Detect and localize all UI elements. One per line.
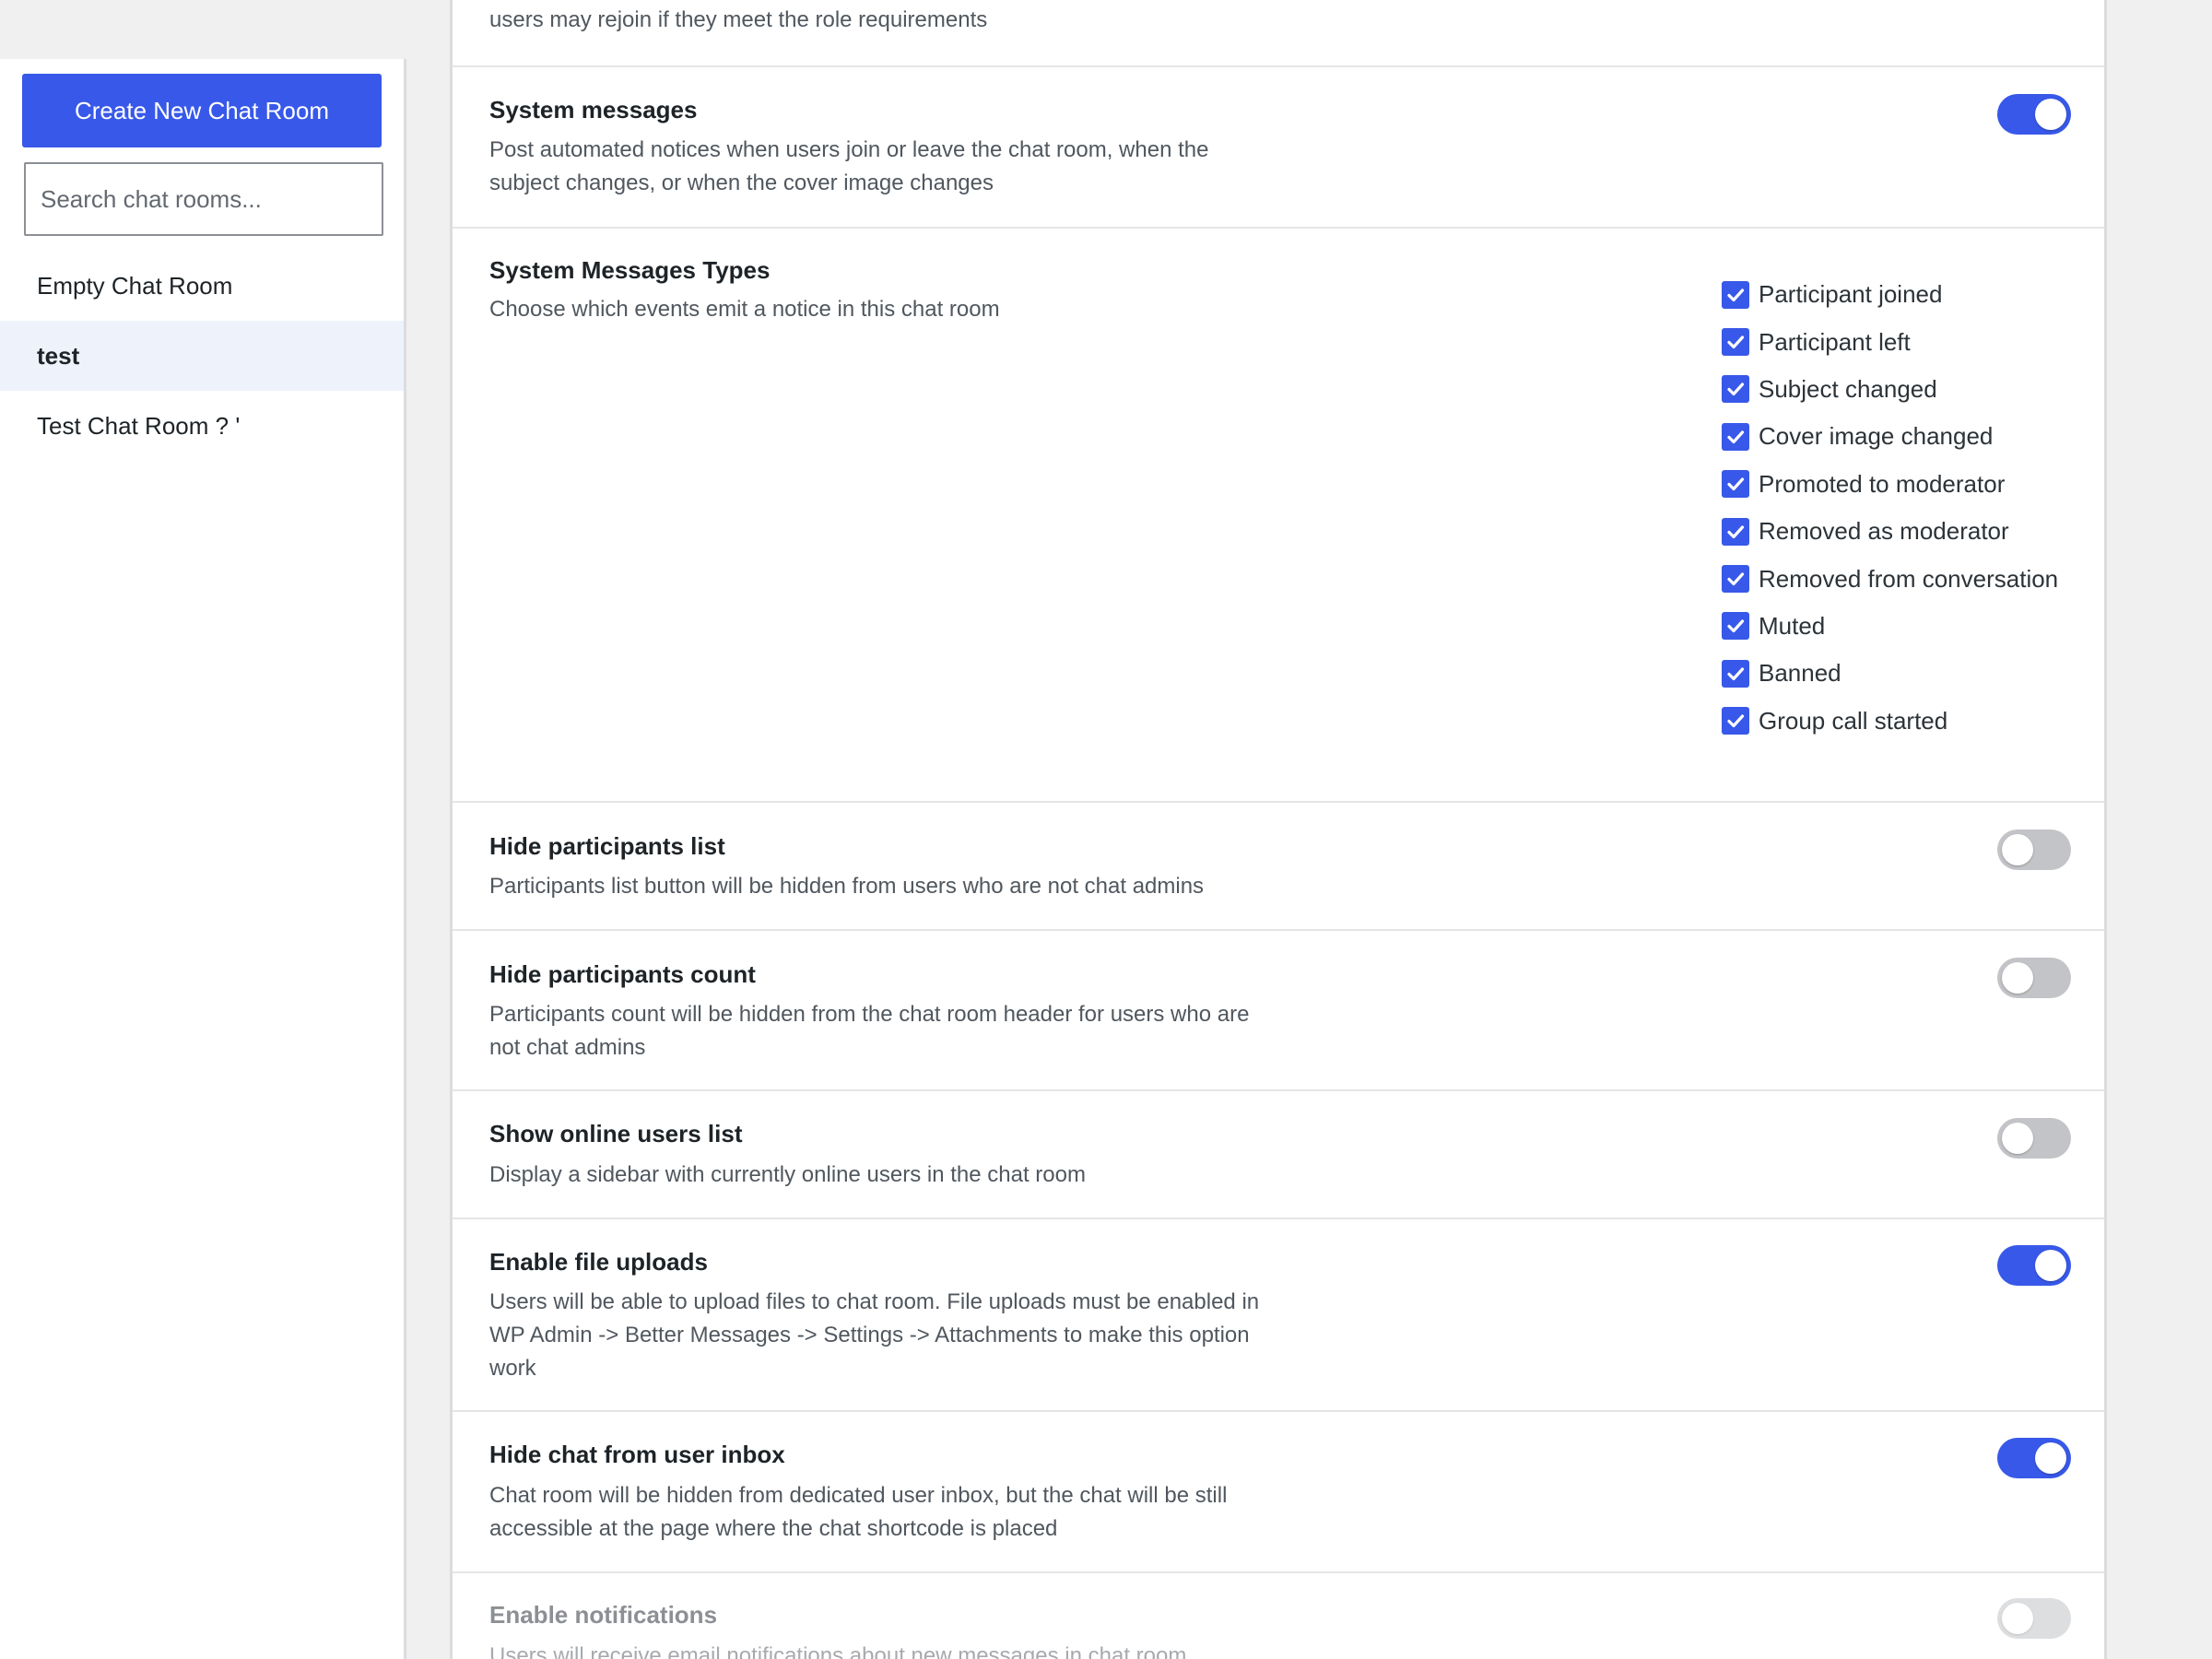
show-online-users-title: Show online users list	[489, 1120, 743, 1147]
hide-from-inbox-title: Hide chat from user inbox	[489, 1441, 785, 1468]
checkbox-label: Removed from conversation	[1759, 564, 2059, 593]
checkbox-label: Participant joined	[1759, 280, 1943, 309]
setting-row-enable-notifications: Enable notifications Users will receive …	[453, 1573, 2104, 1659]
setting-row-rejoin: users may rejoin if they meet the role r…	[453, 0, 2104, 67]
hide-participants-count-title: Hide participants count	[489, 960, 756, 988]
create-chat-room-button[interactable]: Create New Chat Room	[22, 74, 382, 147]
hide-participants-list-toggle[interactable]	[1997, 830, 2071, 870]
system-message-types-description: Choose which events emit a notice in thi…	[489, 297, 1000, 322]
chat-room-list: Empty Chat Room test Test Chat Room ? '	[0, 251, 404, 461]
chat-room-item-empty-chat-room[interactable]: Empty Chat Room	[0, 251, 404, 321]
checkbox-label: Banned	[1759, 659, 1841, 688]
checkbox-subject-changed[interactable]: Subject changed	[1722, 366, 2058, 413]
system-messages-toggle[interactable]	[1997, 94, 2071, 135]
setting-row-enable-file-uploads: Enable file uploads Users will be able t…	[453, 1219, 2104, 1412]
chat-room-item-test[interactable]: test	[0, 321, 404, 391]
hide-participants-list-title: Hide participants list	[489, 832, 725, 860]
system-message-types-checkbox-list: Participant joined Participant left Subj…	[1722, 271, 2058, 745]
toggle-knob	[2002, 834, 2033, 865]
chat-room-settings-panel: users may rejoin if they meet the role r…	[450, 0, 2107, 1659]
checkbox-label: Removed as moderator	[1759, 517, 2009, 546]
setting-row-system-message-types: System Messages Types Choose which event…	[453, 229, 2104, 803]
setting-row-system-messages: System messages Post automated notices w…	[453, 67, 2104, 229]
checkbox-promoted-to-moderator[interactable]: Promoted to moderator	[1722, 461, 2058, 508]
system-message-types-title: System Messages Types	[489, 256, 771, 284]
enable-file-uploads-title: Enable file uploads	[489, 1248, 708, 1276]
checkbox-group-call-started[interactable]: Group call started	[1722, 698, 2058, 745]
enable-file-uploads-description: Users will be able to upload files to ch…	[489, 1289, 1260, 1381]
checkbox-label: Participant left	[1759, 327, 1911, 356]
checkbox-banned[interactable]: Banned	[1722, 650, 2058, 697]
system-messages-title: System messages	[489, 96, 698, 124]
checkbox-checked-icon[interactable]	[1722, 375, 1749, 404]
toggle-knob	[2035, 1442, 2066, 1474]
show-online-users-toggle[interactable]	[1997, 1118, 2071, 1159]
checkbox-participant-left[interactable]: Participant left	[1722, 318, 2058, 365]
show-online-users-description: Display a sidebar with currently online …	[489, 1162, 1086, 1187]
toggle-knob	[2035, 99, 2066, 130]
checkbox-checked-icon[interactable]	[1722, 517, 1749, 546]
toggle-knob	[2002, 1603, 2033, 1634]
hide-participants-count-toggle[interactable]	[1997, 958, 2071, 998]
hide-from-inbox-description: Chat room will be hidden from dedicated …	[489, 1483, 1228, 1541]
checkbox-participant-joined[interactable]: Participant joined	[1722, 271, 2058, 318]
checkbox-checked-icon[interactable]	[1722, 328, 1749, 357]
setting-row-hide-participants-count: Hide participants count Participants cou…	[453, 931, 2104, 1091]
setting-row-hide-participants-list: Hide participants list Participants list…	[453, 803, 2104, 931]
hide-participants-list-description: Participants list button will be hidden …	[489, 874, 1205, 899]
checkbox-checked-icon[interactable]	[1722, 612, 1749, 641]
checkbox-checked-icon[interactable]	[1722, 422, 1749, 451]
checkbox-cover-image-changed[interactable]: Cover image changed	[1722, 413, 2058, 460]
chat-room-item-test-chat-room[interactable]: Test Chat Room ? '	[0, 391, 404, 461]
checkbox-label: Promoted to moderator	[1759, 469, 2006, 498]
system-messages-description: Post automated notices when users join o…	[489, 137, 1209, 195]
checkbox-removed-as-moderator[interactable]: Removed as moderator	[1722, 508, 2058, 555]
checkbox-muted[interactable]: Muted	[1722, 603, 2058, 650]
hide-participants-count-description: Participants count will be hidden from t…	[489, 1002, 1250, 1060]
chat-room-sidebar: Create New Chat Room Empty Chat Room tes…	[0, 59, 406, 1659]
checkbox-label: Cover image changed	[1759, 422, 1994, 451]
enable-file-uploads-toggle[interactable]	[1997, 1245, 2071, 1286]
checkbox-label: Muted	[1759, 611, 1826, 640]
toggle-knob	[2002, 962, 2033, 994]
checkbox-label: Subject changed	[1759, 374, 1937, 403]
rejoin-description: users may rejoin if they meet the role r…	[489, 7, 988, 32]
toggle-knob	[2035, 1250, 2066, 1281]
checkbox-checked-icon[interactable]	[1722, 470, 1749, 499]
checkbox-checked-icon[interactable]	[1722, 659, 1749, 688]
enable-notifications-description: Users will receive email notifications a…	[489, 1643, 1187, 1659]
checkbox-label: Group call started	[1759, 706, 1948, 735]
enable-notifications-toggle[interactable]	[1997, 1598, 2071, 1639]
checkbox-checked-icon[interactable]	[1722, 707, 1749, 735]
toggle-knob	[2002, 1123, 2033, 1154]
checkbox-checked-icon[interactable]	[1722, 565, 1749, 594]
hide-from-inbox-toggle[interactable]	[1997, 1438, 2071, 1478]
setting-row-show-online-users: Show online users list Display a sidebar…	[453, 1091, 2104, 1219]
enable-notifications-title: Enable notifications	[489, 1601, 718, 1629]
search-chat-rooms-input[interactable]	[24, 162, 383, 236]
setting-row-hide-from-inbox: Hide chat from user inbox Chat room will…	[453, 1412, 2104, 1573]
checkbox-removed-from-conversation[interactable]: Removed from conversation	[1722, 555, 2058, 602]
checkbox-checked-icon[interactable]	[1722, 280, 1749, 309]
